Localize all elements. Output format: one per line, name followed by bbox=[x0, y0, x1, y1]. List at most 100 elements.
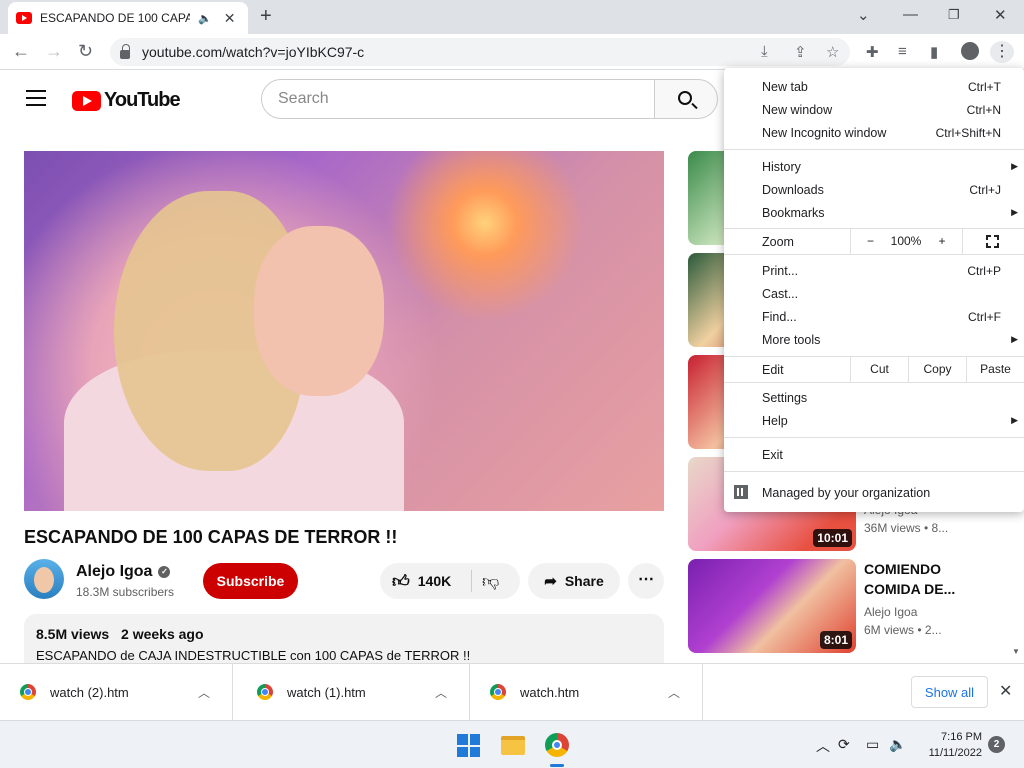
menu-new-window[interactable]: New window bbox=[762, 103, 832, 117]
new-tab-button[interactable]: + bbox=[260, 5, 272, 28]
menu-downloads[interactable]: Downloads bbox=[762, 183, 824, 197]
start-windows-icon[interactable] bbox=[457, 734, 480, 757]
menu-print[interactable]: Print... bbox=[762, 264, 798, 278]
related-thumbnail[interactable]: 8:01 bbox=[688, 559, 856, 653]
extensions-puzzle-icon[interactable]: ✚ bbox=[866, 43, 879, 61]
menu-edit-label: Edit bbox=[762, 363, 784, 377]
like-button[interactable]: 👍︎ 140K bbox=[392, 563, 451, 599]
cut-button[interactable]: Cut bbox=[850, 357, 908, 382]
thumbs-down-icon[interactable]: 👎︎ bbox=[482, 571, 499, 592]
menu-zoom-label: Zoom bbox=[762, 235, 794, 249]
network-icon[interactable]: ▭ bbox=[866, 736, 879, 753]
file-explorer-icon[interactable] bbox=[501, 736, 525, 755]
copy-button[interactable]: Copy bbox=[908, 357, 966, 382]
profile-avatar-icon[interactable] bbox=[961, 42, 979, 60]
side-panel-icon[interactable]: ▮ bbox=[930, 43, 938, 61]
chrome-file-icon bbox=[490, 684, 506, 700]
tab-search-chevron-icon[interactable]: ⌄ bbox=[857, 6, 870, 24]
media-control-icon[interactable]: ≡ bbox=[898, 43, 907, 60]
channel-name[interactable]: Alejo Igoa ✓ bbox=[76, 563, 171, 581]
chrome-taskbar-icon[interactable] bbox=[545, 733, 569, 757]
reload-button[interactable]: ↻ bbox=[78, 41, 93, 62]
sync-icon[interactable]: ⟳ bbox=[838, 736, 850, 753]
related-stats: 36M views • 8... bbox=[864, 521, 949, 535]
description-text: ESCAPANDO de CAJA INDESTRUCTIBLE con 100… bbox=[36, 648, 471, 663]
tab-close-icon[interactable]: ✕ bbox=[224, 10, 236, 27]
scroll-down-arrow[interactable]: ▼ bbox=[1008, 640, 1024, 663]
tab-title: ESCAPANDO DE 100 CAPAS bbox=[40, 11, 190, 25]
close-download-shelf-icon[interactable]: ✕ bbox=[999, 681, 1012, 701]
chevron-up-icon[interactable]: ︿ bbox=[198, 684, 210, 701]
lock-icon[interactable] bbox=[120, 43, 130, 59]
thumbs-up-icon: 👍︎ bbox=[392, 571, 410, 591]
menu-exit[interactable]: Exit bbox=[762, 448, 783, 462]
chrome-app-menu: New tab Ctrl+T New window Ctrl+N New Inc… bbox=[724, 68, 1024, 512]
download-item[interactable]: watch (1).htm ︿ bbox=[237, 664, 470, 720]
video-duration: 8:01 bbox=[819, 631, 852, 649]
upload-age: 2 weeks ago bbox=[121, 626, 204, 642]
zoom-in-button[interactable]: + bbox=[922, 229, 962, 254]
video-player[interactable] bbox=[24, 151, 664, 511]
verified-check-icon: ✓ bbox=[158, 566, 171, 578]
fullscreen-icon[interactable] bbox=[986, 235, 999, 248]
url-text[interactable]: youtube.com/watch?v=joYIbKC97-c bbox=[142, 44, 364, 60]
submenu-arrow-icon: ▶ bbox=[1011, 207, 1018, 217]
menu-more-tools[interactable]: More tools bbox=[762, 333, 820, 347]
menu-new-tab[interactable]: New tab bbox=[762, 80, 808, 94]
menu-cast[interactable]: Cast... bbox=[762, 287, 798, 301]
submenu-arrow-icon: ▶ bbox=[1011, 161, 1018, 171]
menu-help[interactable]: Help bbox=[762, 414, 788, 428]
related-stats: 6M views • 2... bbox=[864, 623, 942, 637]
chrome-file-icon bbox=[257, 684, 273, 700]
notification-badge[interactable]: 2 bbox=[988, 736, 1005, 753]
back-button[interactable]: ← bbox=[12, 41, 30, 62]
share-button[interactable]: ➦ Share bbox=[528, 563, 620, 599]
install-app-icon[interactable]: ⤓ bbox=[761, 43, 768, 60]
search-button[interactable] bbox=[654, 79, 718, 119]
volume-icon[interactable]: 🔈 bbox=[889, 736, 906, 753]
download-shelf: watch (2).htm ︿ watch (1).htm ︿ watch.ht… bbox=[0, 663, 1024, 720]
show-all-downloads-button[interactable]: Show all bbox=[911, 676, 988, 708]
show-hidden-icons-chevron-icon[interactable]: ︿ bbox=[816, 736, 830, 756]
restore-button[interactable]: ❐ bbox=[948, 7, 960, 23]
like-count: 140K bbox=[417, 573, 452, 589]
browser-tab[interactable]: ESCAPANDO DE 100 CAPAS 🔈 ✕ bbox=[8, 2, 248, 34]
video-duration: 10:01 bbox=[813, 529, 852, 547]
related-title[interactable]: COMIENDO COMIDA DE... bbox=[864, 559, 1004, 599]
download-item[interactable]: watch (2).htm ︿ bbox=[0, 664, 233, 720]
zoom-out-button[interactable]: − bbox=[850, 229, 890, 254]
youtube-logo[interactable]: YouTube bbox=[72, 89, 181, 112]
chevron-up-icon[interactable]: ︿ bbox=[435, 684, 447, 701]
chevron-up-icon[interactable]: ︿ bbox=[668, 684, 680, 701]
subscribe-button[interactable]: Subscribe bbox=[203, 563, 298, 599]
search-input[interactable]: Search bbox=[261, 79, 655, 119]
menu-managed-by-org[interactable]: Managed by your organization bbox=[762, 486, 930, 500]
menu-settings[interactable]: Settings bbox=[762, 391, 807, 405]
video-title: ESCAPANDO DE 100 CAPAS DE TERROR !! bbox=[24, 527, 398, 547]
paste-button[interactable]: Paste bbox=[966, 357, 1024, 382]
youtube-play-icon bbox=[72, 90, 101, 111]
address-bar[interactable]: youtube.com/watch?v=joYIbKC97-c bbox=[110, 38, 850, 66]
menu-bookmarks[interactable]: Bookmarks bbox=[762, 206, 825, 220]
share-page-icon[interactable]: ⇪ bbox=[794, 43, 807, 61]
clock-date: 11/11/2022 bbox=[928, 747, 982, 759]
menu-history[interactable]: History bbox=[762, 160, 801, 174]
menu-find[interactable]: Find... bbox=[762, 310, 797, 324]
window-close-button[interactable]: ✕ bbox=[994, 6, 1007, 24]
system-clock[interactable]: 7:16 PM 11/11/2022 bbox=[918, 729, 982, 761]
submenu-arrow-icon: ▶ bbox=[1011, 334, 1018, 344]
channel-avatar[interactable] bbox=[24, 559, 64, 599]
chrome-menu-button[interactable]: ⋮ bbox=[990, 41, 1014, 63]
minimize-button[interactable]: — bbox=[903, 6, 918, 23]
menu-new-incognito[interactable]: New Incognito window bbox=[762, 126, 886, 140]
download-item[interactable]: watch.htm ︿ bbox=[470, 664, 703, 720]
bookmark-star-icon[interactable]: ☆ bbox=[826, 43, 839, 61]
submenu-arrow-icon: ▶ bbox=[1011, 415, 1018, 425]
windows-taskbar: ︿ ⟳ ▭ 🔈 7:16 PM 11/11/2022 2 bbox=[0, 720, 1024, 768]
youtube-favicon-icon bbox=[16, 12, 32, 24]
more-actions-button[interactable]: ⋯ bbox=[628, 563, 664, 599]
guide-menu-icon[interactable] bbox=[26, 90, 46, 111]
related-channel[interactable]: Alejo Igoa bbox=[864, 605, 917, 619]
speaker-icon[interactable]: 🔈 bbox=[198, 12, 212, 25]
forward-button[interactable]: → bbox=[45, 41, 63, 62]
